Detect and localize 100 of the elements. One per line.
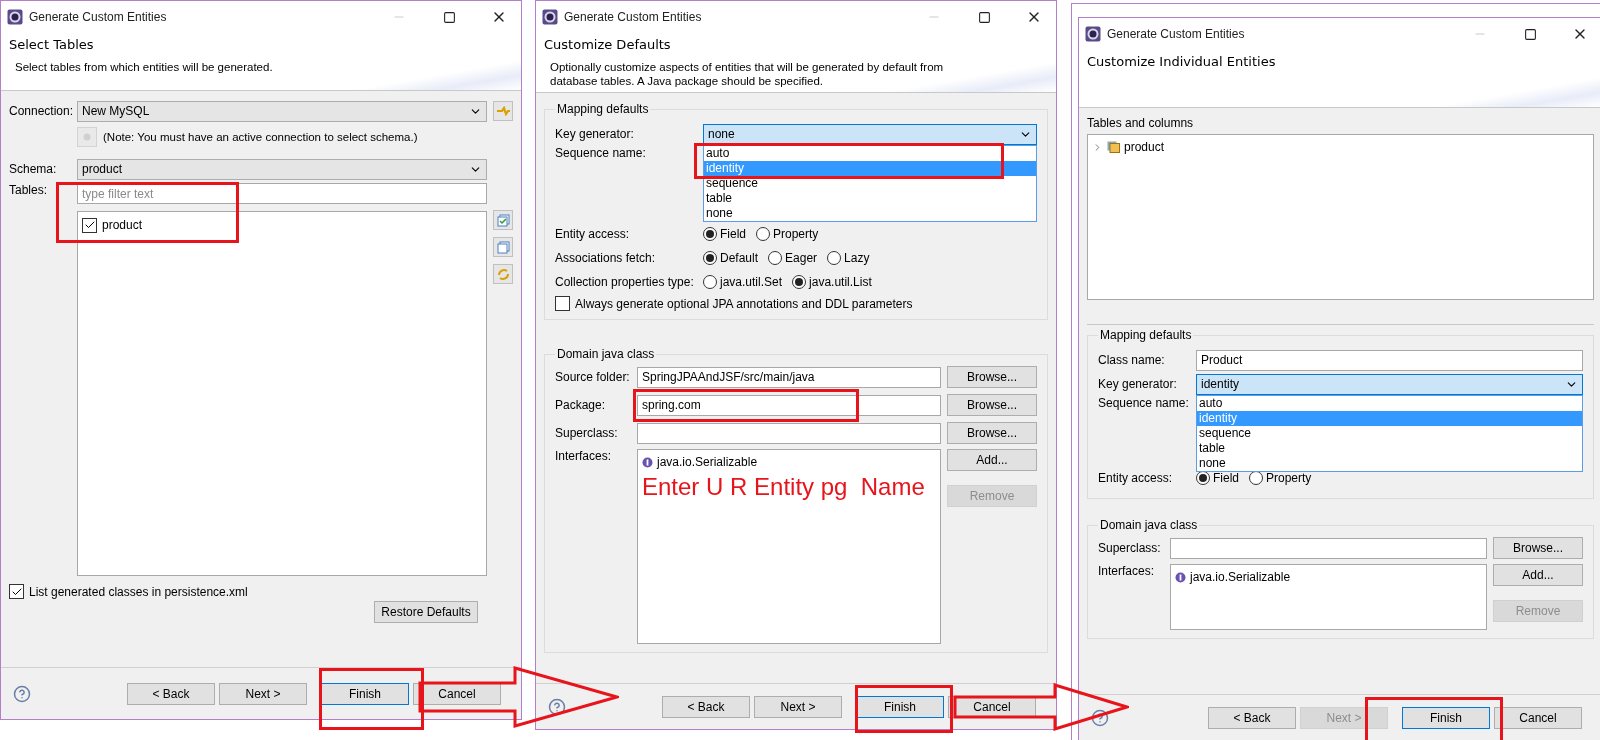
field-label: Class name: [1098, 353, 1166, 367]
page-heading: Select Tables [9, 37, 95, 52]
group-legend: Domain java class [555, 347, 657, 361]
field-label: Connection: [9, 104, 71, 118]
field-label: Package: [555, 398, 607, 412]
schema-dropdown[interactable]: product [77, 158, 487, 180]
radio-button[interactable] [792, 275, 807, 289]
radio-label: java.util.List [809, 275, 872, 289]
select-all-icon[interactable] [496, 213, 510, 227]
field-label: Superclass: [555, 426, 619, 440]
field-label: Entity access: [555, 227, 631, 241]
restore-defaults-button[interactable]: Restore Defaults [374, 601, 478, 623]
interfaces-list[interactable]: java.io.Serializable [1170, 564, 1487, 630]
list-button[interactable]: Add... [947, 449, 1037, 471]
radio-button[interactable] [768, 251, 783, 265]
field-label: Sequence name: [555, 146, 647, 160]
window-title: Generate Custom Entities [29, 10, 168, 24]
section-label: Tables and columns [1087, 116, 1195, 130]
help-icon[interactable] [548, 697, 566, 716]
text-field[interactable]: SpringJPAAndJSF/src/main/java [637, 366, 941, 388]
text-field[interactable] [1170, 537, 1487, 559]
radio-button[interactable] [703, 251, 717, 265]
window-title: Generate Custom Entities [1107, 27, 1246, 41]
wizard-button[interactable]: Finish [856, 695, 944, 718]
text-field[interactable]: Product [1196, 349, 1583, 371]
field-label: Superclass: [1098, 541, 1162, 555]
field-label: Source folder: [555, 370, 631, 384]
radio-button[interactable] [756, 227, 770, 241]
maximize-icon[interactable] [442, 10, 456, 24]
help-icon[interactable] [13, 684, 31, 703]
checkbox-label: Always generate optional JPA annotations and DDL parameters [575, 296, 913, 311]
browse-button[interactable]: Browse... [1493, 537, 1583, 559]
radio-label: Default [720, 251, 759, 265]
checkbox-label: List generated classes in persistence.xml [29, 584, 248, 599]
radio-button[interactable] [703, 275, 717, 289]
group-legend: Mapping defaults [1098, 328, 1194, 342]
field-label: Schema: [9, 162, 58, 176]
deselect-all-icon[interactable] [496, 240, 510, 254]
field-label: Entity access: [1098, 471, 1174, 485]
wizard-button[interactable]: < Back [127, 682, 215, 705]
tree-item[interactable]: product [1124, 140, 1165, 154]
field-label: Interfaces: [555, 449, 613, 465]
radio-label: java.util.Set [720, 275, 783, 289]
interfaces-list[interactable]: java.io.Serializable Enter U R Entity pg Name [637, 449, 941, 644]
connection-note: (Note: You must have an active connection to select schema.) [103, 131, 418, 143]
browse-button[interactable]: Browse... [947, 366, 1037, 388]
app-icon [7, 9, 23, 25]
field-label: Sequence name: [1098, 396, 1190, 410]
connection-dropdown[interactable]: New MySQL [77, 100, 487, 122]
maximize-icon[interactable] [1523, 27, 1537, 41]
field-label: Associations fetch: [555, 251, 657, 265]
radio-button[interactable] [827, 251, 842, 265]
radio-button[interactable] [703, 227, 717, 241]
text-field[interactable] [637, 422, 941, 444]
page-heading: Customize Defaults [544, 37, 672, 52]
tables-list[interactable]: product [77, 211, 487, 576]
list-item[interactable]: java.io.Serializable [657, 455, 758, 469]
radio-label: Eager [785, 251, 818, 265]
checkbox[interactable] [555, 296, 570, 311]
help-icon[interactable] [1091, 708, 1109, 727]
radio-label: Property [773, 227, 819, 241]
radio-label: Lazy [844, 251, 870, 265]
page-description: Optionally customize aspects of entities that will be generated by default from database tables. A Java package should be specified. [549, 60, 945, 88]
tables-tree[interactable]: product [1087, 134, 1594, 300]
browse-button[interactable]: Browse... [947, 422, 1037, 444]
text-field[interactable]: spring.com [637, 394, 941, 416]
table-name: product [102, 218, 143, 232]
app-icon [542, 9, 558, 25]
wizard-button[interactable]: Cancel [1494, 706, 1582, 729]
radio-label: Field [720, 227, 746, 241]
field-label: Collection properties type: [555, 275, 695, 289]
list-item[interactable]: java.io.Serializable [1190, 570, 1291, 584]
page-heading: Customize Individual Entities [1087, 54, 1277, 69]
wizard-button[interactable]: Next > [219, 682, 307, 705]
field-label: Key generator: [555, 127, 635, 141]
interface-icon [642, 456, 653, 468]
browse-button[interactable]: Browse... [947, 394, 1037, 416]
window-title: Generate Custom Entities [564, 10, 703, 24]
radio-label: Property [1266, 471, 1312, 485]
wizard-button[interactable]: Finish [321, 682, 409, 705]
group-legend: Mapping defaults [555, 102, 651, 116]
field-label: Tables: [9, 183, 49, 199]
wizard-button[interactable]: Finish [1402, 706, 1490, 729]
wizard-button[interactable]: < Back [1208, 706, 1296, 729]
filter-field[interactable]: type filter text [77, 183, 487, 204]
checkbox[interactable] [9, 584, 24, 599]
field-label: Interfaces: [1098, 564, 1156, 580]
wizard-button[interactable]: < Back [662, 695, 750, 718]
group-legend: Domain java class [1098, 518, 1200, 532]
wizard-button[interactable]: Next > [754, 695, 842, 718]
page-description: Select tables from which entities will be generated. [14, 60, 274, 74]
checkbox[interactable] [82, 217, 97, 233]
maximize-icon[interactable] [977, 10, 991, 24]
app-icon [1085, 26, 1101, 42]
interface-icon [1175, 571, 1186, 583]
field-label: Key generator: [1098, 377, 1178, 391]
list-button[interactable]: Add... [1493, 564, 1583, 586]
annotation-text: Enter U R Entity pg Name [642, 473, 925, 501]
radio-label: Field [1213, 471, 1239, 485]
check-icon [83, 219, 96, 231]
